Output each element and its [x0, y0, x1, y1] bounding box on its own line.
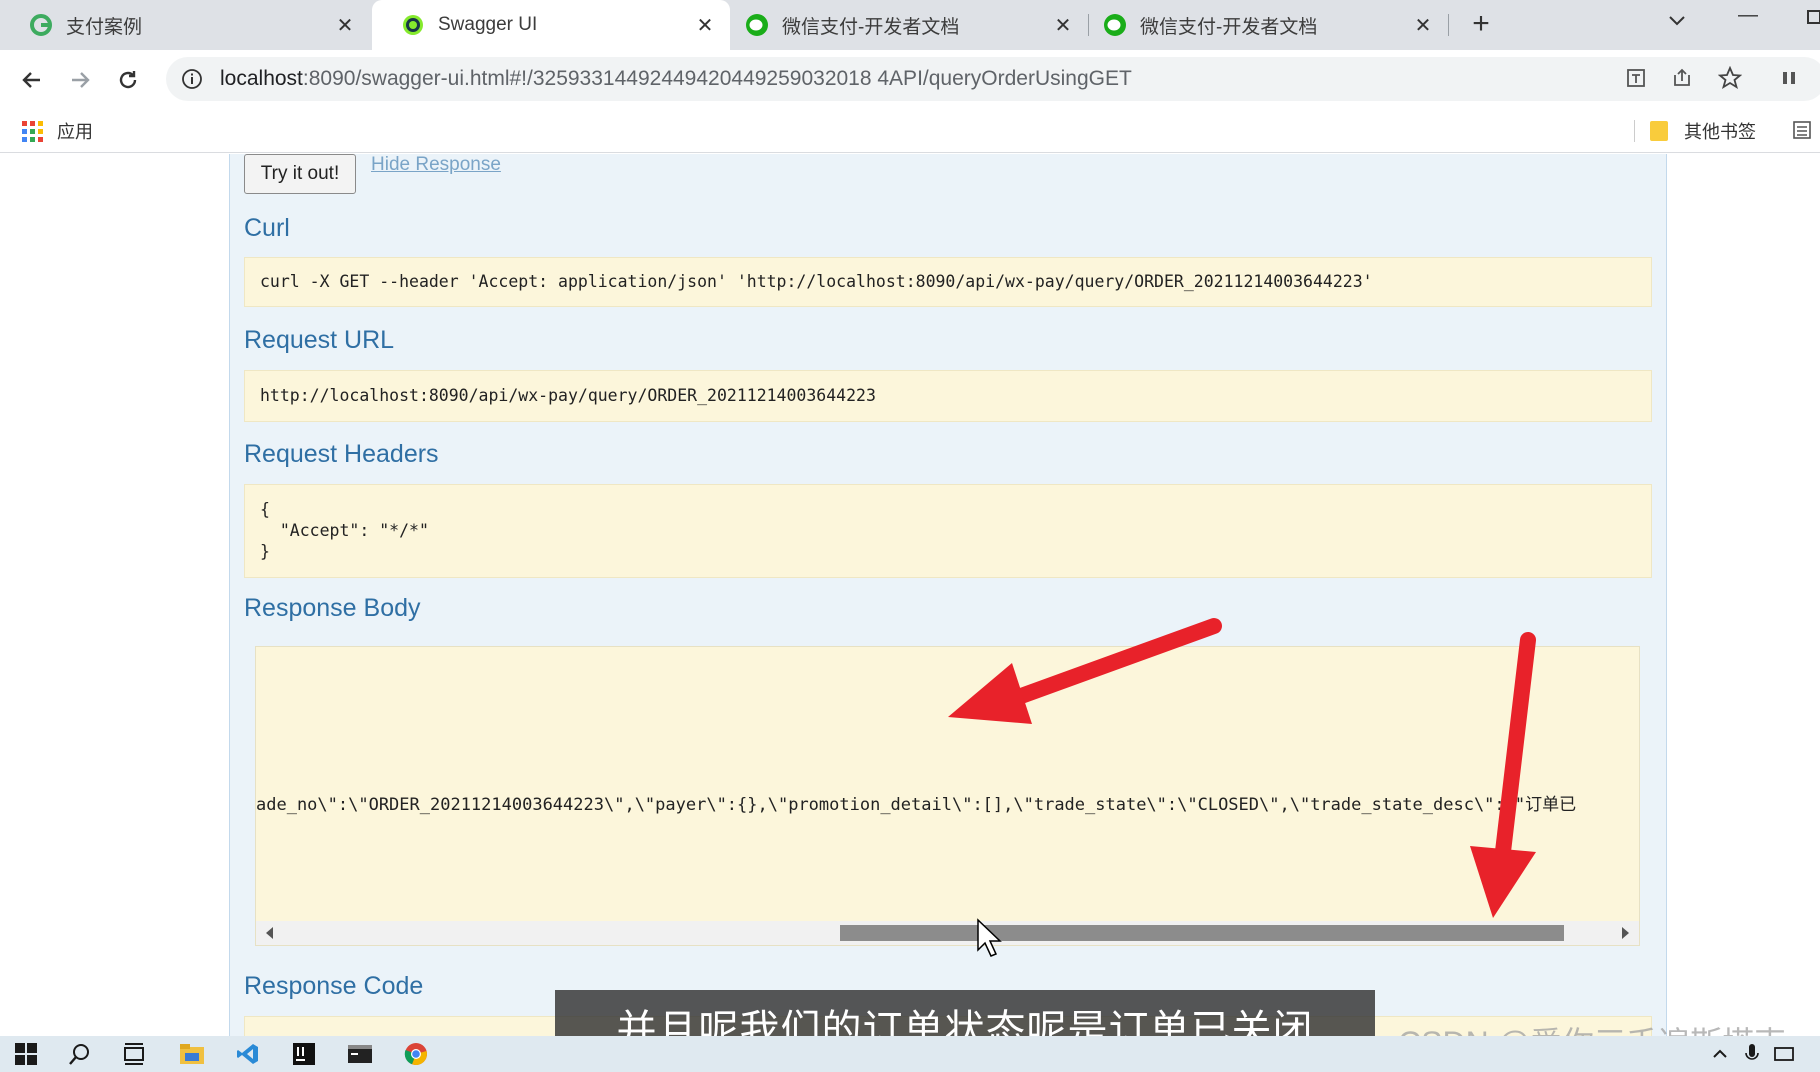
- file-explorer-icon[interactable]: [178, 1040, 206, 1068]
- microphone-icon[interactable]: [1738, 1040, 1766, 1068]
- intellij-idea-icon[interactable]: [290, 1040, 318, 1068]
- vscode-icon[interactable]: [234, 1040, 262, 1068]
- windows-taskbar: [0, 1036, 1820, 1072]
- mouse-cursor-icon: [977, 918, 1002, 957]
- annotation-arrows: [948, 618, 1536, 957]
- left-arrow-annotation: [948, 618, 1222, 724]
- tray-chevron-icon[interactable]: [1706, 1040, 1734, 1068]
- chrome-icon[interactable]: [402, 1040, 430, 1068]
- search-icon[interactable]: [66, 1040, 94, 1068]
- down-arrow-annotation: [1470, 632, 1536, 918]
- terminal-icon[interactable]: [346, 1040, 374, 1068]
- task-view-icon[interactable]: [120, 1040, 148, 1068]
- network-icon[interactable]: [1770, 1040, 1798, 1068]
- windows-start-icon[interactable]: [12, 1040, 40, 1068]
